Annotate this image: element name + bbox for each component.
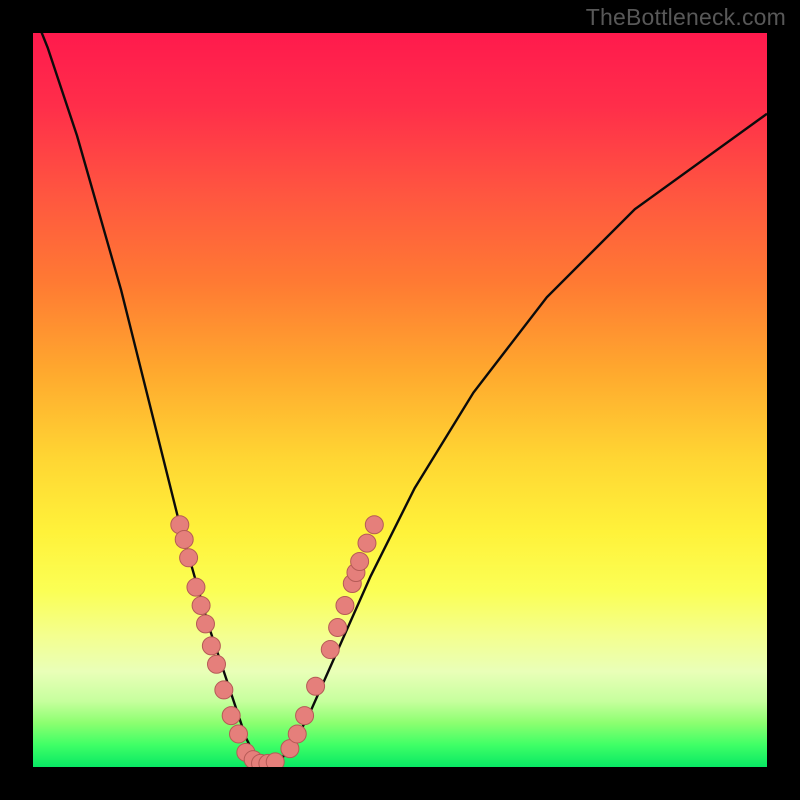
curve-marker [222,707,240,725]
curve-marker [351,552,369,570]
curve-marker [288,725,306,743]
curve-marker [192,597,210,615]
curve-marker [187,578,205,596]
curve-marker [196,615,214,633]
curve-marker [365,516,383,534]
curve-marker [180,549,198,567]
curve-marker [321,641,339,659]
curve-marker [175,530,193,548]
curve-marker [329,619,347,637]
curve-marker [296,707,314,725]
curve-marker [266,753,284,767]
curve-marker [202,637,220,655]
curve-markers [33,33,767,767]
curve-marker [215,681,233,699]
chart-frame: TheBottleneck.com [0,0,800,800]
curve-marker [208,655,226,673]
attribution-text: TheBottleneck.com [586,4,786,31]
curve-marker [358,534,376,552]
curve-marker [307,677,325,695]
curve-marker [230,725,248,743]
curve-marker [336,597,354,615]
plot-area [33,33,767,767]
